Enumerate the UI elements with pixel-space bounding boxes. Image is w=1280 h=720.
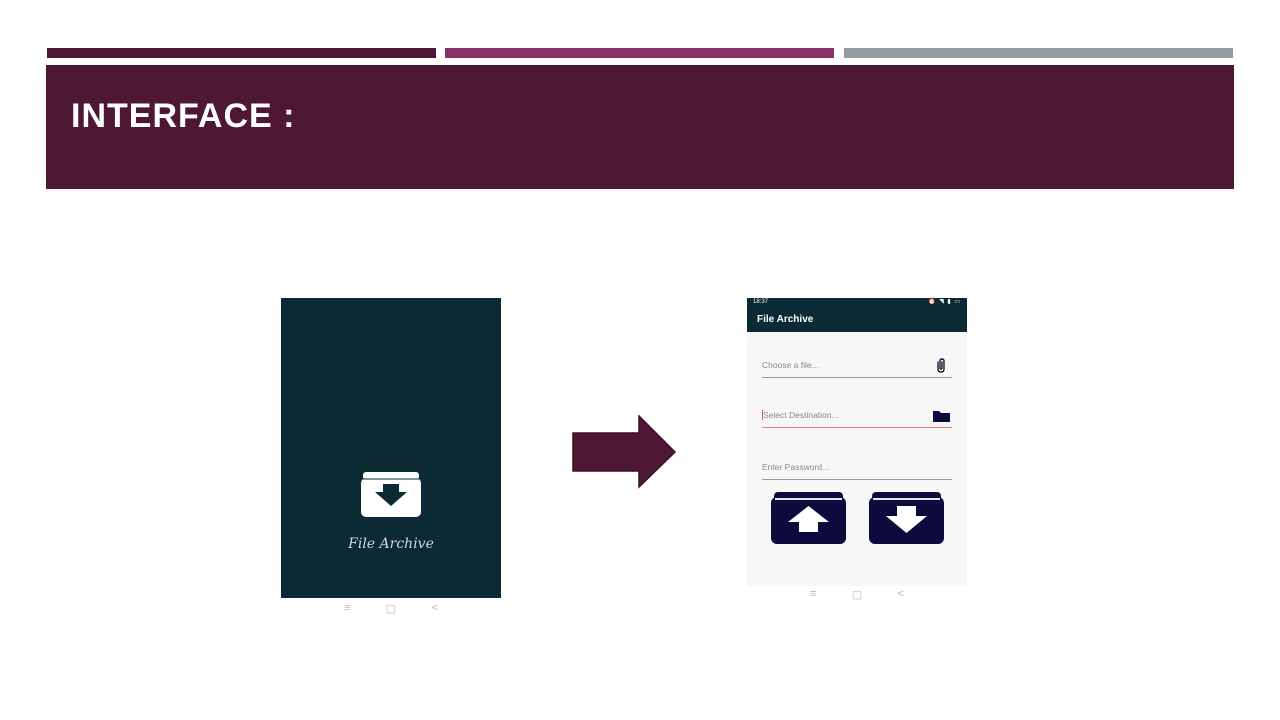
accent-bar-magenta <box>445 48 834 58</box>
password-placeholder: Enter Password... <box>762 462 830 472</box>
destination-underline <box>762 426 952 428</box>
home-icon[interactable]: ▢ <box>386 602 396 616</box>
menu-icon[interactable]: ≡ <box>344 602 350 616</box>
status-bar: 18:37 ⏰ ◥ ▮ ▭ <box>747 298 967 307</box>
archive-download-button[interactable] <box>869 492 944 544</box>
app-nav-bar: ≡ ▢ < <box>810 588 904 602</box>
archive-upload-button[interactable] <box>771 492 846 544</box>
status-time: 18:37 <box>753 299 769 305</box>
splash-screen: File Archive <box>281 298 501 598</box>
back-icon[interactable]: < <box>432 602 438 616</box>
back-icon[interactable]: < <box>898 588 904 602</box>
app-title: File Archive <box>757 314 814 325</box>
choose-file-field[interactable]: Choose a file... <box>762 354 952 378</box>
menu-icon[interactable]: ≡ <box>810 588 816 602</box>
accent-bar-dark <box>47 48 436 58</box>
splash-app-name: File Archive <box>348 536 434 552</box>
app-screen: 18:37 ⏰ ◥ ▮ ▭ File Archive Choose a file… <box>747 298 967 586</box>
destination-placeholder: Select Destination... <box>763 410 839 420</box>
password-underline <box>762 479 952 480</box>
choose-file-placeholder: Choose a file... <box>762 360 819 370</box>
splash-nav-bar: ≡ ▢ < <box>344 602 438 616</box>
title-banner: INTERFACE : <box>46 65 1234 189</box>
app-bar: File Archive <box>747 307 967 332</box>
paperclip-icon[interactable] <box>932 358 950 374</box>
destination-field[interactable]: Select Destination... <box>762 404 952 428</box>
accent-bar-grey <box>844 48 1233 58</box>
archive-download-icon <box>361 472 421 517</box>
home-icon[interactable]: ▢ <box>852 588 862 602</box>
choose-file-underline <box>762 377 952 378</box>
slide-title: INTERFACE : <box>71 97 296 135</box>
password-field[interactable]: Enter Password... <box>762 456 952 480</box>
right-arrow-icon <box>572 415 676 489</box>
folder-icon[interactable] <box>932 408 950 424</box>
status-icons: ⏰ ◥ ▮ ▭ <box>927 299 961 305</box>
